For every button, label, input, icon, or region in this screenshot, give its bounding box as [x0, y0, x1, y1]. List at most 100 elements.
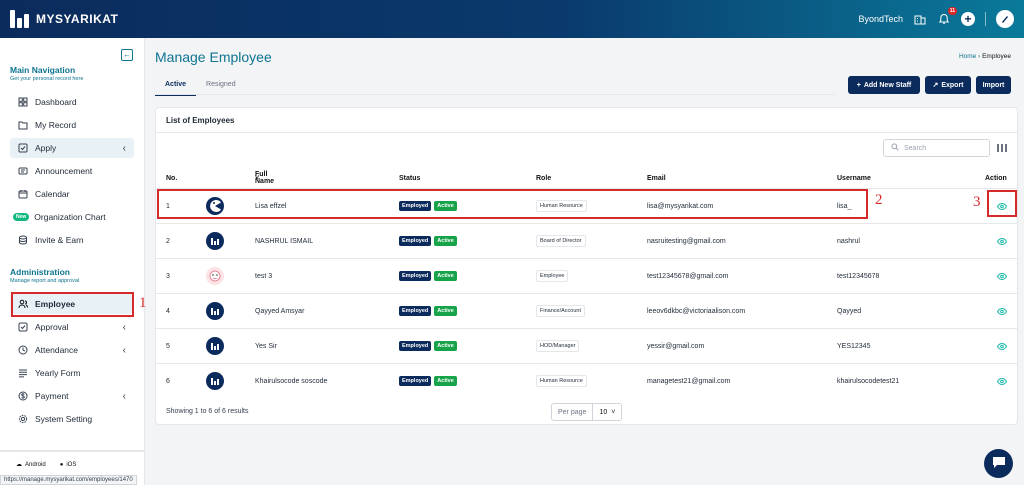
cartoon-avatar-icon — [206, 267, 224, 285]
notification-count: 11 — [947, 7, 957, 15]
breadcrumb-home[interactable]: Home — [959, 53, 976, 60]
admin-subtitle: Manage report and approval — [10, 278, 80, 284]
cell-role: Board of Director — [536, 224, 586, 258]
table-row[interactable]: 5 Yes Sir Employed Active HOD/Manager yes… — [156, 328, 1017, 363]
cell-email: managetest21@gmail.com — [647, 377, 731, 385]
table-header: No. Full Name ˅ Status Role Email Userna… — [156, 168, 1017, 188]
building-icon[interactable] — [913, 12, 927, 26]
annotation-box-action — [987, 190, 1017, 217]
user-avatar[interactable] — [996, 10, 1014, 28]
sidebar-item-attendance[interactable]: Attendance ‹ — [10, 340, 134, 360]
view-eye-icon[interactable] — [997, 259, 1007, 293]
active-badge: Active — [434, 306, 457, 316]
sidebar-item-my-record[interactable]: My Record — [10, 115, 134, 135]
table-row[interactable]: 6 Khairulsocode soscode Employed Active H… — [156, 363, 1017, 398]
table-row[interactable]: 2 NASHRUL ISMAIL Employed Active Board of… — [156, 223, 1017, 258]
chat-button[interactable] — [984, 449, 1013, 478]
cell-no: 5 — [166, 342, 170, 350]
sidebar-item-calendar[interactable]: Calendar — [10, 184, 134, 204]
cell-email: yessir@gmail.com — [647, 342, 705, 350]
active-badge: Active — [434, 271, 457, 281]
sidebar-item-apply[interactable]: Apply ‹ — [10, 138, 134, 158]
columns-icon[interactable] — [997, 144, 1007, 154]
sort-chevron-icon: ˅ — [255, 174, 260, 182]
sidebar-item-label: System Setting — [35, 414, 93, 424]
cell-status: Employed Active — [399, 259, 460, 293]
active-badge: Active — [434, 236, 457, 246]
col-no: No. — [166, 174, 178, 182]
import-button[interactable]: Import — [976, 76, 1011, 94]
logo-avatar-icon — [206, 232, 224, 250]
add-new-staff-button[interactable]: + Add New Staff — [848, 76, 920, 94]
main-nav-title: Main Navigation — [10, 65, 76, 75]
annotation-label-1: 1 — [139, 295, 147, 311]
pagination-summary: Showing 1 to 6 of 6 results — [166, 408, 249, 415]
search-input[interactable]: Search — [883, 139, 990, 157]
sidebar-item-yearly-form[interactable]: Yearly Form — [10, 363, 134, 383]
cell-full-name: Qayyed Amsyar — [255, 307, 305, 315]
android-icon: ☁ — [16, 462, 22, 468]
cell-status: Employed Active — [399, 224, 460, 258]
sidebar-item-invite-earn[interactable]: Invite & Earn — [10, 230, 134, 250]
logo-avatar-icon — [206, 337, 224, 355]
android-link[interactable]: ☁ Android — [16, 461, 46, 469]
annotation-label-3: 3 — [973, 194, 981, 210]
sidebar-item-label: Calendar — [35, 189, 70, 199]
sidebar-item-announcement[interactable]: Announcement — [10, 161, 134, 181]
quick-add-icon[interactable]: + — [961, 12, 975, 26]
sidebar-item-payment[interactable]: Payment ‹ — [10, 386, 134, 406]
view-eye-icon[interactable] — [997, 329, 1007, 363]
sidebar-item-label: Dashboard — [35, 97, 77, 107]
col-username: Username — [837, 174, 871, 182]
export-button[interactable]: ↗ Export — [925, 76, 971, 94]
calendar-icon — [18, 189, 28, 199]
app-name: MYSYARIKAT — [36, 12, 119, 26]
company-name[interactable]: ByondTech — [858, 14, 903, 24]
col-action: Action — [985, 174, 1007, 182]
search-placeholder: Search — [904, 144, 927, 152]
logo-avatar-icon — [206, 302, 224, 320]
sidebar-item-label: Approval — [35, 322, 69, 332]
tabs-divider — [155, 94, 835, 95]
table-row[interactable]: 3 test 3 Employed Active Employee test123… — [156, 258, 1017, 293]
view-eye-icon[interactable] — [997, 294, 1007, 328]
logo-icon — [10, 10, 30, 28]
sidebar-item-system-setting[interactable]: System Setting — [10, 409, 134, 429]
card-divider — [156, 132, 1017, 133]
active-badge: Active — [434, 376, 457, 386]
col-full-name[interactable]: Full Name ˅ — [255, 168, 274, 188]
avatar — [206, 329, 224, 363]
sidebar-item-label: Organization Chart — [34, 212, 106, 222]
cell-status: Employed Active — [399, 364, 460, 398]
cell-username: khairulsocodetest21 — [837, 377, 900, 385]
per-page-select[interactable]: Per page 10 ˅ — [551, 403, 623, 421]
megaphone-icon — [18, 166, 28, 176]
sidebar-item-organization-chart[interactable]: New Organization Chart — [10, 207, 134, 227]
new-badge: New — [13, 213, 30, 221]
ios-link[interactable]: ● iOS — [60, 461, 77, 468]
breadcrumb: Home › Employee — [959, 53, 1011, 60]
sidebar-item-dashboard[interactable]: Dashboard — [10, 92, 134, 112]
gear-icon — [18, 414, 28, 424]
notification-bell-icon[interactable]: 11 — [937, 7, 957, 26]
sidebar-item-label: Apply — [35, 143, 57, 153]
cell-role: Human Resource — [536, 364, 587, 398]
divider — [985, 12, 986, 26]
cell-full-name: Khairulsocode soscode — [255, 377, 328, 385]
status-badge: Employed — [399, 341, 432, 351]
cell-username: test12345678 — [837, 272, 880, 280]
view-eye-icon[interactable] — [997, 224, 1007, 258]
sidebar-item-label: My Record — [35, 120, 77, 130]
clock-icon — [18, 345, 28, 355]
cell-full-name: test 3 — [255, 272, 273, 280]
search-icon — [891, 143, 899, 153]
employee-list-card: List of Employees Search No. Full Name ˅… — [155, 107, 1018, 425]
view-eye-icon[interactable] — [997, 364, 1007, 398]
sidebar-item-approval[interactable]: Approval ‹ — [10, 317, 134, 337]
collapse-sidebar-icon[interactable]: ← — [121, 49, 133, 61]
chat-bubble-icon — [992, 456, 1006, 471]
table-row[interactable]: 4 Qayyed Amsyar Employed Active Finance/A… — [156, 293, 1017, 328]
database-icon — [18, 235, 28, 245]
app-logo[interactable]: MYSYARIKAT — [10, 10, 118, 28]
admin-title: Administration — [10, 267, 70, 277]
